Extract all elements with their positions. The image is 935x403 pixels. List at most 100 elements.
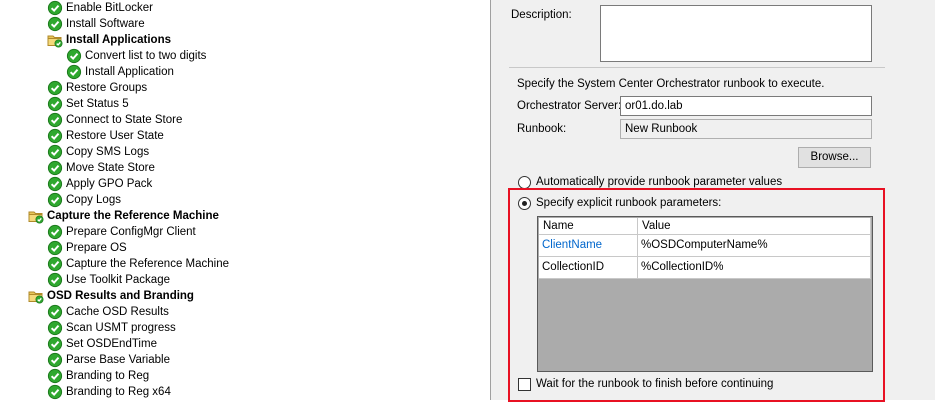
tree-item-label: Convert list to two digits	[85, 50, 207, 62]
tree-step[interactable]: Apply GPO Pack	[47, 176, 152, 192]
column-header-value[interactable]: Value	[638, 218, 871, 235]
tree-item-label: OSD Results and Branding	[47, 290, 194, 302]
param-name-cell[interactable]: CollectionID	[539, 257, 638, 279]
tree-step[interactable]: Cache OSD Results	[47, 304, 169, 320]
tree-step[interactable]: Set OSDEndTime	[47, 336, 157, 352]
tree-step[interactable]: Scan USMT progress	[47, 320, 176, 336]
tree-step[interactable]: Copy SMS Logs	[47, 144, 149, 160]
tree-item-label: Use Toolkit Package	[66, 274, 170, 286]
tree-item-label: Prepare OS	[66, 242, 127, 254]
green-check-icon	[47, 128, 63, 144]
tree-step[interactable]: Parse Base Variable	[47, 352, 170, 368]
green-check-icon	[47, 112, 63, 128]
green-check-icon	[47, 176, 63, 192]
tree-step[interactable]: Set Status 5	[47, 96, 129, 112]
green-check-icon	[47, 304, 63, 320]
tree-item-label: Restore Groups	[66, 82, 148, 94]
tree-item-label: Install Application	[85, 66, 174, 78]
tree-item-label: Capture the Reference Machine	[66, 258, 230, 270]
tree-group[interactable]: OSD Results and Branding	[28, 288, 194, 304]
param-value-cell[interactable]: %CollectionID%	[638, 257, 871, 279]
divider	[509, 67, 885, 68]
tree-item-label: Parse Base Variable	[66, 354, 170, 366]
wait-label[interactable]: Wait for the runbook to finish before co…	[536, 378, 773, 390]
server-label: Orchestrator Server:	[517, 100, 622, 112]
task-sequence-tree[interactable]: Enable BitLocker Install Software Install …	[0, 0, 490, 400]
green-check-icon	[47, 256, 63, 272]
description-field[interactable]	[600, 5, 872, 62]
tree-item-label: Copy Logs	[66, 194, 121, 206]
green-check-icon	[47, 240, 63, 256]
intro-text: Specify the System Center Orchestrator r…	[517, 78, 825, 90]
runbook-label: Runbook:	[517, 123, 567, 135]
tree-step[interactable]: Use Toolkit Package	[47, 272, 170, 288]
green-check-icon	[47, 368, 63, 384]
tree-step[interactable]: Prepare OS	[47, 240, 127, 256]
green-check-icon	[47, 224, 63, 240]
param-name-cell[interactable]: ClientName	[539, 235, 638, 257]
tree-item-label: Set OSDEndTime	[66, 338, 157, 350]
tree-item-label: Branding to Reg	[66, 370, 150, 382]
green-check-icon	[47, 336, 63, 352]
folder-check-icon	[47, 32, 63, 48]
tree-item-label: Copy SMS Logs	[66, 146, 150, 158]
tree-step[interactable]: Capture the Reference Machine	[47, 256, 229, 272]
properties-panel: Description: Specify the System Center O…	[497, 0, 935, 402]
green-check-icon	[66, 64, 82, 80]
tree-item-label: Scan USMT progress	[66, 322, 176, 334]
tree-step[interactable]: Restore User State	[47, 128, 164, 144]
description-label: Description:	[511, 9, 572, 21]
tree-step[interactable]: Install Application	[66, 64, 174, 80]
green-check-icon	[47, 384, 63, 400]
tree-step[interactable]: Move State Store	[47, 160, 155, 176]
splitter[interactable]	[490, 0, 497, 400]
green-check-icon	[47, 16, 63, 32]
tree-step[interactable]: Convert list to two digits	[66, 48, 206, 64]
tree-item-label: Restore User State	[66, 130, 164, 142]
param-value-cell[interactable]: %OSDComputerName%	[638, 235, 871, 257]
folder-check-icon	[28, 288, 44, 304]
tree-step[interactable]: Prepare ConfigMgr Client	[47, 224, 196, 240]
tree-item-label: Apply GPO Pack	[66, 178, 153, 190]
green-check-icon	[47, 192, 63, 208]
radio-selected-dot	[522, 201, 527, 206]
tree-item-label: Branding to Reg x64	[66, 386, 171, 398]
parameters-grid[interactable]: Name Value ClientName %OSDComputerName% …	[537, 216, 873, 372]
tree-step[interactable]: Copy Logs	[47, 192, 121, 208]
tree-item-label: Connect to State Store	[66, 114, 183, 126]
tree-step[interactable]: Connect to State Store	[47, 112, 182, 128]
folder-check-icon	[28, 208, 44, 224]
green-check-icon	[47, 80, 63, 96]
tree-item-label: Prepare ConfigMgr Client	[66, 226, 196, 238]
explicit-params-label[interactable]: Specify explicit runbook parameters:	[536, 197, 721, 209]
explicit-params-radio[interactable]	[518, 197, 531, 210]
green-check-icon	[47, 160, 63, 176]
column-header-name[interactable]: Name	[539, 218, 638, 235]
tree-item-label: Install Applications	[66, 34, 172, 46]
runbook-field: New Runbook	[620, 119, 872, 139]
tree-step[interactable]: Restore Groups	[47, 80, 147, 96]
green-check-icon	[47, 0, 63, 16]
wait-checkbox[interactable]	[518, 378, 531, 391]
tree-item-label: Cache OSD Results	[66, 306, 169, 318]
green-check-icon	[47, 272, 63, 288]
tree-item-label: Install Software	[66, 18, 145, 30]
tree-step[interactable]: Branding to Reg	[47, 368, 149, 384]
green-check-icon	[66, 48, 82, 64]
tree-group[interactable]: Capture the Reference Machine	[28, 208, 219, 224]
tree-group[interactable]: Install Applications	[47, 32, 171, 48]
tree-step[interactable]: Enable BitLocker	[47, 0, 153, 16]
tree-step[interactable]: Branding to Reg x64	[47, 384, 171, 400]
tree-item-label: Set Status 5	[66, 98, 129, 110]
tree-item-label: Move State Store	[66, 162, 155, 174]
browse-button[interactable]: Browse...	[798, 147, 871, 168]
green-check-icon	[47, 96, 63, 112]
tree-item-label: Enable BitLocker	[66, 2, 153, 14]
tree-step[interactable]: Install Software	[47, 16, 145, 32]
green-check-icon	[47, 352, 63, 368]
tree-item-label: Capture the Reference Machine	[47, 210, 219, 222]
auto-params-label[interactable]: Automatically provide runbook parameter …	[536, 176, 782, 188]
green-check-icon	[47, 144, 63, 160]
server-field[interactable]: or01.do.lab	[620, 96, 872, 116]
green-check-icon	[47, 320, 63, 336]
